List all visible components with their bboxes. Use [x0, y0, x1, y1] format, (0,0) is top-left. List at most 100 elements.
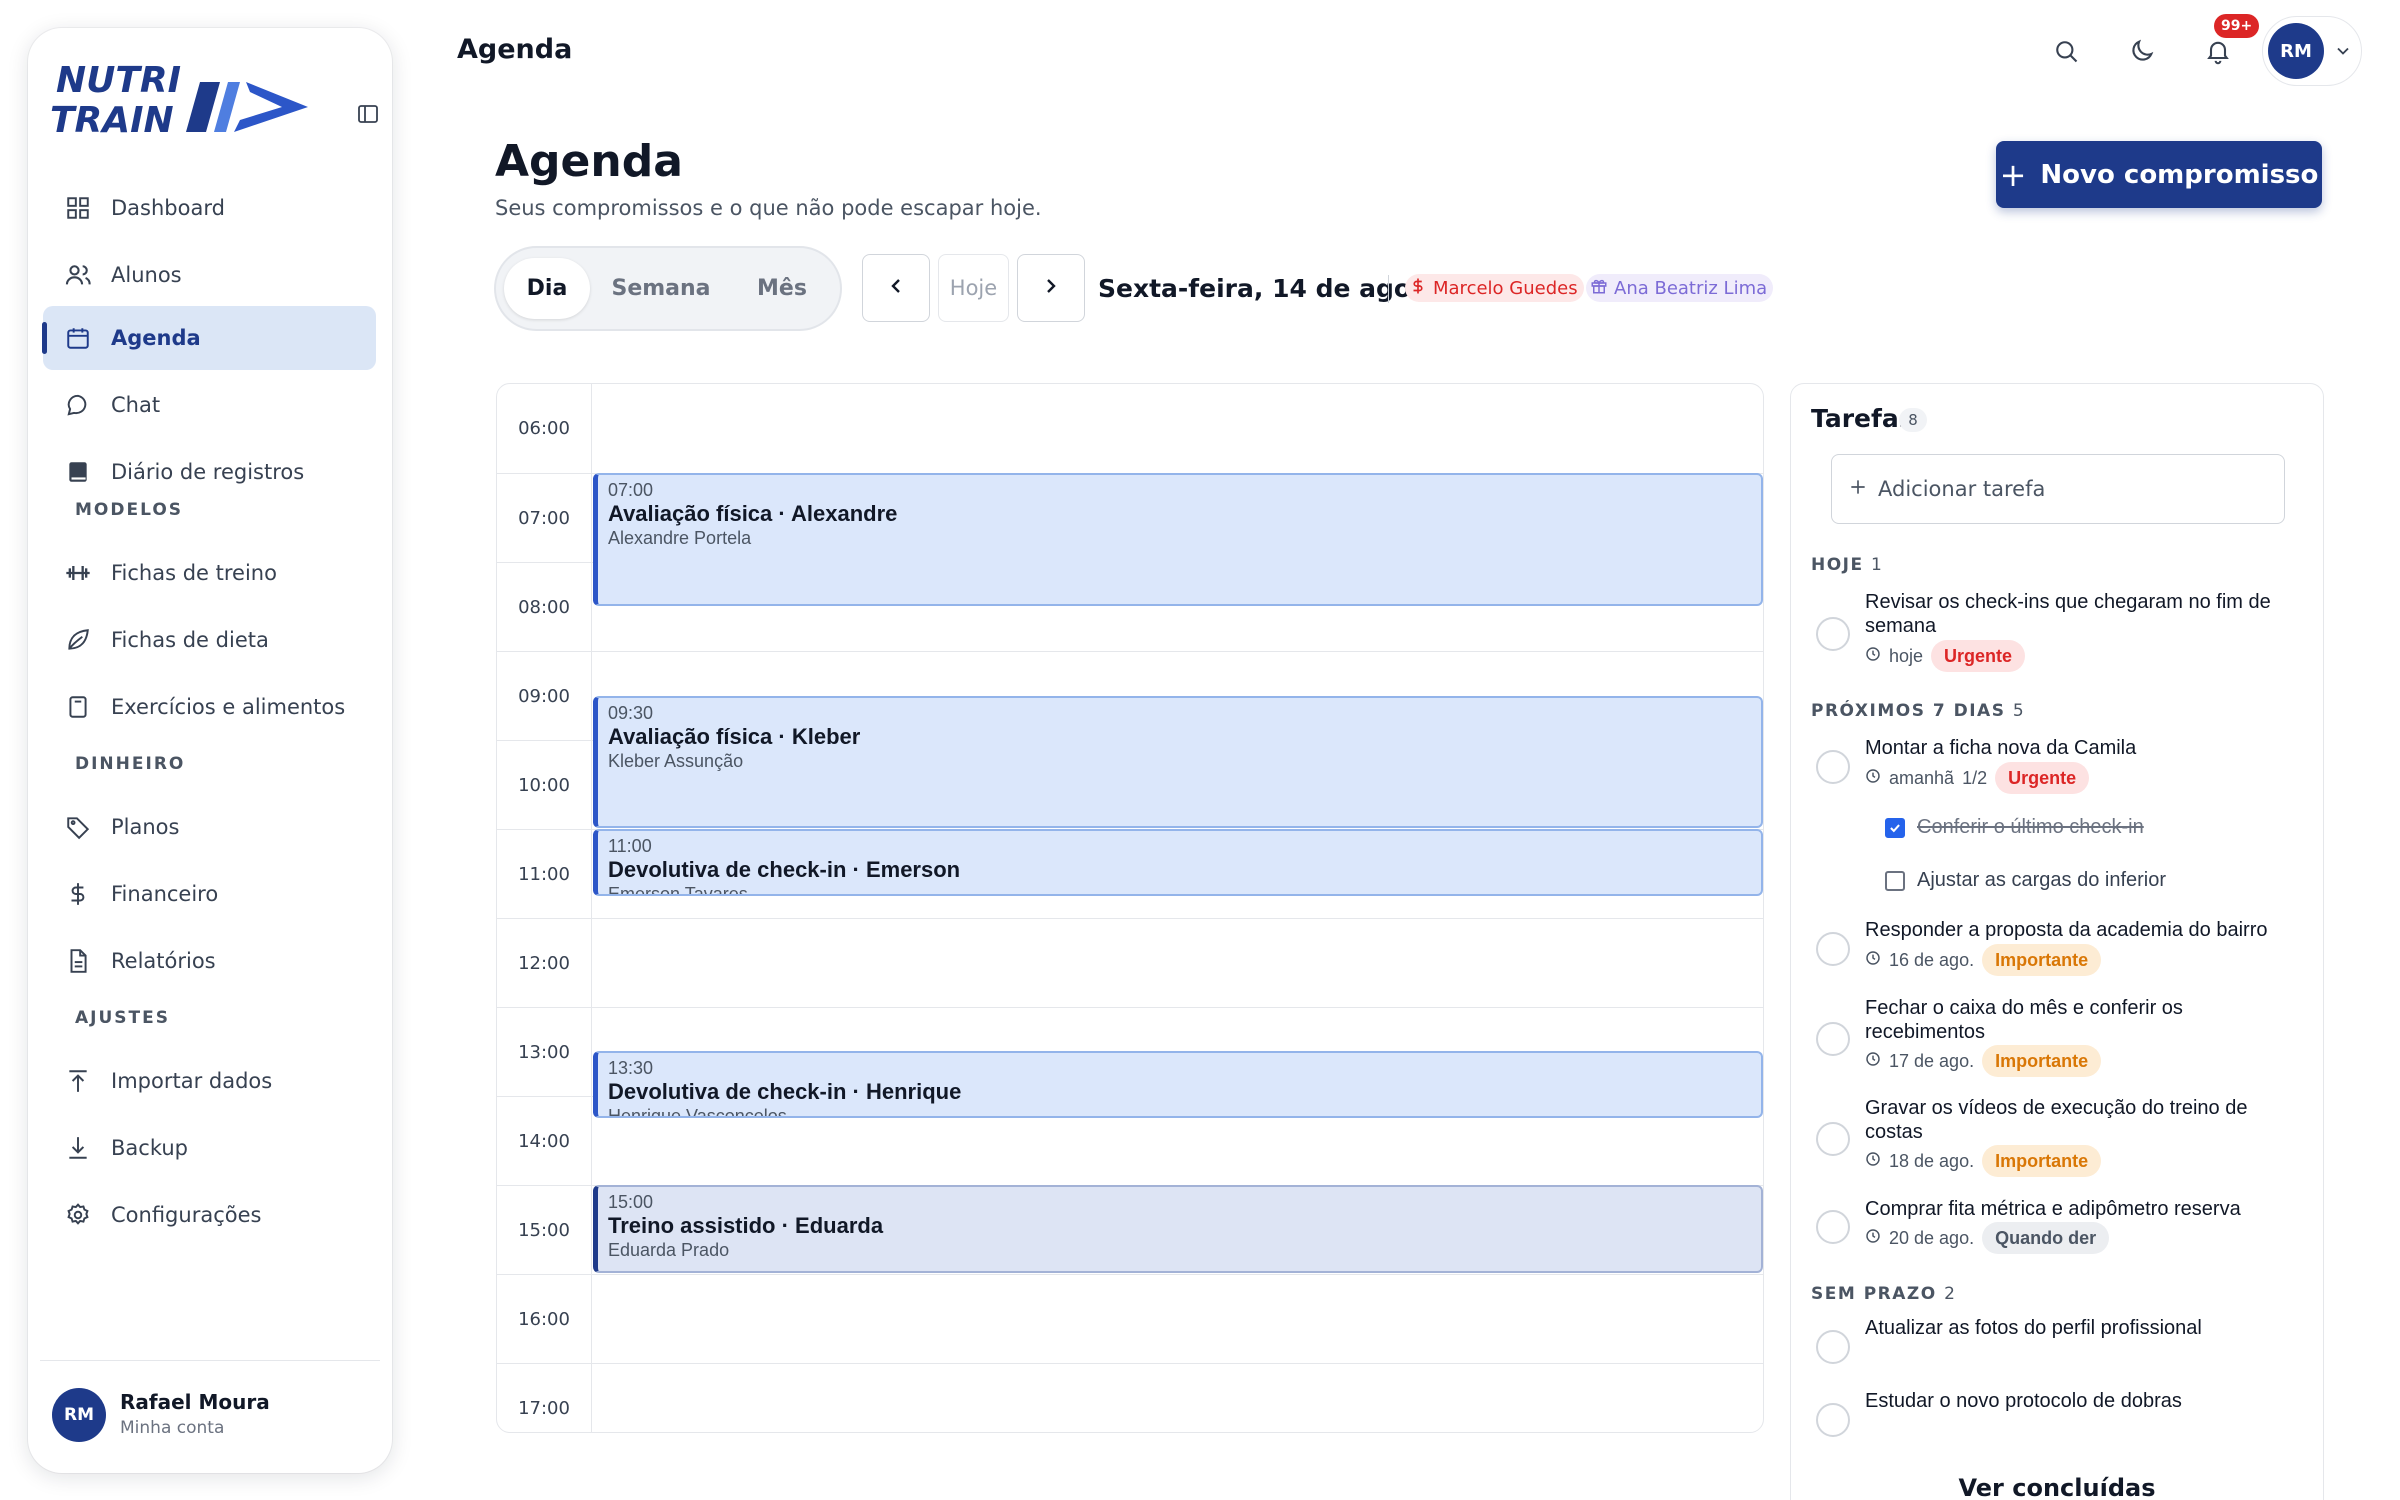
sidebar-item-label: Configurações [111, 1203, 262, 1227]
hour-row[interactable]: 06:00 [497, 384, 1763, 473]
sidebar-item-configuracoes[interactable]: Configurações [43, 1183, 376, 1247]
task-text[interactable]: Revisar os check-ins que chegaram no fim… [1865, 590, 2305, 638]
chevron-down-icon [2333, 41, 2353, 65]
plus-icon: + [1999, 155, 2027, 194]
subtask-label: Ajustar as cargas do inferior [1917, 869, 2167, 891]
subtask-checkbox[interactable] [1885, 870, 1905, 891]
chat-bubble-icon [61, 388, 95, 422]
clock-icon [1865, 1151, 1881, 1172]
moon-icon[interactable] [2125, 34, 2159, 68]
sidebar-item-label: Financeiro [111, 882, 219, 906]
sidebar-item-planos[interactable]: Planos [43, 795, 376, 859]
user-name[interactable]: Rafael Moura [120, 1390, 270, 1414]
sidebar-item-relatorios[interactable]: Relatórios [43, 929, 376, 993]
sidebar-item-label: Dashboard [111, 196, 225, 220]
task-section-next7: PRÓXIMOS 7 DIAS 5 [1811, 701, 2024, 721]
task-complete-toggle[interactable] [1816, 1210, 1850, 1244]
calendar-event[interactable]: 11:00 Devolutiva de check-in · Emerson E… [593, 829, 1763, 896]
calendar-event[interactable]: 15:00 Treino assistido · Eduarda Eduarda… [593, 1185, 1763, 1273]
clipboard-icon [61, 690, 95, 724]
avatar[interactable]: RM [52, 1388, 106, 1442]
sidebar-item-label: Backup [111, 1136, 188, 1160]
task-complete-toggle[interactable] [1816, 617, 1850, 651]
topbar-title: Agenda [457, 34, 573, 65]
subtask-item[interactable]: Ajustar as cargas do inferior [1885, 869, 2166, 892]
sidebar-item-label: Alunos [111, 263, 182, 287]
subtask-item[interactable]: Conferir o último check-in [1885, 816, 2144, 839]
sidebar-item-fichas-treino[interactable]: Fichas de treino [43, 541, 376, 605]
sidebar-item-fichas-dieta[interactable]: Fichas de dieta [43, 608, 376, 672]
current-date-label: Sexta-feira, 14 de agosto [1098, 274, 1456, 303]
event-title: Avaliação física · Alexandre [608, 501, 898, 526]
task-text[interactable]: Montar a ficha nova da Camila [1865, 736, 2305, 760]
subtask-checkbox[interactable] [1885, 817, 1905, 838]
task-text[interactable]: Responder a proposta da academia do bair… [1865, 918, 2305, 942]
sidebar-item-exercicios[interactable]: Exercícios e alimentos [43, 675, 376, 739]
app-logo[interactable]: NUTRI TRAIN [50, 48, 320, 141]
see-completed-link[interactable]: Ver concluídas [1791, 1474, 2323, 1500]
user-account-link[interactable]: Minha conta [120, 1418, 224, 1438]
dumbbell-icon [61, 556, 95, 590]
sidebar-item-financeiro[interactable]: Financeiro [43, 862, 376, 926]
today-button[interactable]: Hoje [938, 254, 1009, 322]
hour-row[interactable]: 17:00 [497, 1363, 1763, 1432]
sidebar-item-agenda[interactable]: Agenda [42, 306, 376, 370]
task-text[interactable]: Comprar fita métrica e adipômetro reserv… [1865, 1197, 2305, 1221]
sidebar-item-dashboard[interactable]: Dashboard [43, 176, 376, 240]
dollar-icon [61, 877, 95, 911]
payment-chip[interactable]: Marcelo Guedes [1405, 274, 1584, 302]
task-complete-toggle[interactable] [1816, 1403, 1850, 1437]
event-person: Alexandre Portela [608, 528, 752, 548]
new-appointment-button[interactable]: + Novo compromisso [1996, 141, 2322, 208]
task-complete-toggle[interactable] [1816, 932, 1850, 966]
event-title: Treino assistido · Eduarda [608, 1213, 884, 1238]
task-text[interactable]: Atualizar as fotos do perfil profissiona… [1865, 1316, 2305, 1340]
user-menu[interactable]: RM [2262, 16, 2362, 86]
task-meta: 17 de ago. Importante [1865, 1045, 2102, 1077]
calendar-event[interactable]: 09:30 Avaliação física · Kleber Kleber A… [593, 696, 1763, 828]
sidebar-item-chat[interactable]: Chat [43, 373, 376, 437]
birthday-chip[interactable]: Ana Beatriz Lima [1586, 274, 1774, 302]
view-week-tab[interactable]: Semana [596, 258, 726, 319]
add-task-input[interactable]: Adicionar tarefa [1831, 454, 2285, 524]
task-complete-toggle[interactable] [1816, 1022, 1850, 1056]
event-time: 07:00 [608, 480, 654, 500]
task-text[interactable]: Gravar os vídeos de execução do treino d… [1865, 1096, 2305, 1144]
bell-icon[interactable] [2201, 34, 2235, 68]
task-complete-toggle[interactable] [1816, 1122, 1850, 1156]
search-icon[interactable] [2049, 34, 2083, 68]
task-text[interactable]: Estudar o novo protocolo de dobras [1865, 1389, 2305, 1413]
hour-label: 09:00 [518, 686, 570, 707]
hour-row[interactable]: 12:00 [497, 918, 1763, 1007]
task-text[interactable]: Fechar o caixa do mês e conferir os rece… [1865, 996, 2305, 1044]
sidebar-item-label: Chat [111, 393, 161, 417]
sidebar-item-diario[interactable]: Diário de registros [43, 440, 376, 504]
sidebar-item-label: Agenda [111, 326, 201, 350]
sidebar-item-alunos[interactable]: Alunos [43, 243, 376, 307]
task-complete-toggle[interactable] [1816, 750, 1850, 784]
view-month-tab[interactable]: Mês [732, 258, 832, 319]
task-due: 16 de ago. [1889, 949, 1975, 970]
next-day-button[interactable] [1017, 254, 1085, 322]
hour-row[interactable]: 16:00 [497, 1274, 1763, 1363]
hour-label: 12:00 [518, 953, 570, 974]
hour-label: 16:00 [518, 1309, 570, 1330]
section-label-modelos: MODELOS [75, 500, 184, 520]
divider [1388, 275, 1389, 303]
view-day-tab[interactable]: Dia [504, 258, 590, 319]
task-meta: 20 de ago. Quando der [1865, 1222, 2110, 1254]
section-count: 2 [1944, 1284, 1955, 1304]
sidebar-item-label: Fichas de treino [111, 561, 277, 585]
section-label: HOJE [1811, 555, 1864, 575]
prev-day-button[interactable] [862, 254, 930, 322]
task-complete-toggle[interactable] [1816, 1330, 1850, 1364]
sidebar-toggle-icon[interactable] [350, 98, 386, 130]
calendar-event[interactable]: 13:30 Devolutiva de check-in · Henrique … [593, 1051, 1763, 1118]
logo-line1: NUTRI [56, 60, 181, 101]
sidebar-item-backup[interactable]: Backup [43, 1116, 376, 1180]
logo-graphic: NUTRI TRAIN [50, 60, 308, 141]
calendar-event[interactable]: 07:00 Avaliação física · Alexandre Alexa… [593, 473, 1763, 606]
day-calendar: 06:00 07:00 08:00 09:00 10:00 11:00 12:0… [496, 383, 1764, 1433]
sidebar-item-importar[interactable]: Importar dados [43, 1049, 376, 1113]
notification-badge: 99+ [2214, 14, 2260, 38]
